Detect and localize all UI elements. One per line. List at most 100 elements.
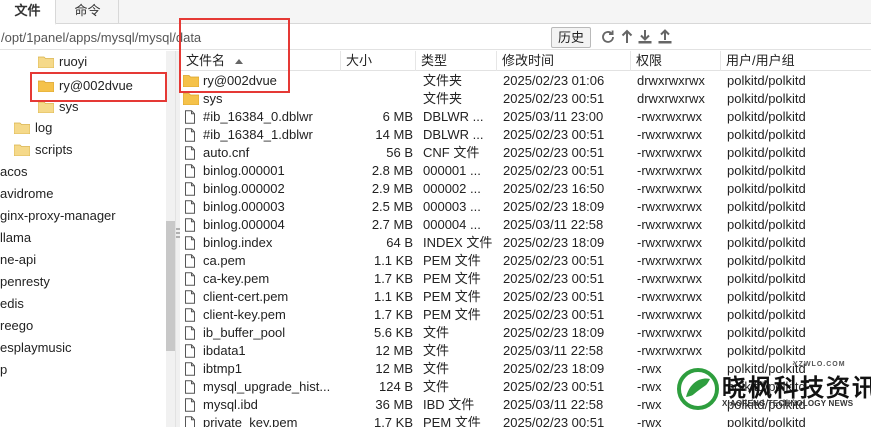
file-name: ibdata1 [203, 343, 246, 358]
table-row[interactable]: #ib_16384_1.dblwr 14 MB DBLWR ... 2025/02/2… [181, 126, 871, 144]
table-row[interactable]: binlog.000004 2.7 MB 000004 ... 2025/03/11 … [181, 216, 871, 234]
splitter-grip [176, 236, 180, 238]
column-header-mtime[interactable]: 修改时间 [497, 51, 631, 71]
table-row[interactable]: ca.pem 1.1 KB PEM 文件 2025/02/23 00:51 -rwxrw… [181, 252, 871, 270]
tree-item-log[interactable]: log [14, 118, 52, 138]
file-name: mysql.ibd [203, 397, 258, 412]
file-owner-cell: polkitd/polkitd [727, 253, 806, 268]
table-row[interactable]: ca-key.pem 1.7 KB PEM 文件 2025/02/23 00:51 -r… [181, 270, 871, 288]
tree-item[interactable]: acos [0, 162, 27, 182]
table-row[interactable]: binlog.000002 2.9 MB 000002 ... 2025/02/23 … [181, 180, 871, 198]
tree-item[interactable]: ginx-proxy-manager [0, 206, 116, 226]
tree-item-sys[interactable]: sys [38, 97, 79, 117]
sort-ascending-icon [235, 59, 244, 65]
file-mtime-cell: 2025/02/23 01:06 [503, 73, 605, 88]
table-row[interactable]: client-key.pem 1.7 KB PEM 文件 2025/02/23 00:… [181, 306, 871, 324]
file-name: ibtmp1 [203, 361, 243, 376]
column-header-permission[interactable]: 权限 [631, 51, 721, 71]
file-icon [183, 344, 197, 358]
file-name-cell: binlog.index [183, 234, 339, 252]
table-row[interactable]: ry@002dvue 文件夹 2025/02/23 01:06 drwxrwxrwx p… [181, 72, 871, 90]
watermark: YZWLO.COM 晓枫科技资讯 XIAOFENG TECHNOLOGY NEW… [676, 361, 871, 427]
file-name-cell: binlog.000002 [183, 180, 339, 198]
column-header-name[interactable]: 文件名 [181, 51, 341, 71]
download-icon[interactable] [637, 29, 653, 45]
file-size-cell: 56 B [386, 145, 413, 160]
tree-scrollbar[interactable] [166, 51, 175, 427]
file-size-cell: 2.9 MB [371, 181, 413, 196]
file-mtime-cell: 2025/02/23 18:09 [503, 199, 605, 214]
tree-item[interactable]: llama [0, 228, 31, 248]
file-icon [183, 272, 197, 286]
file-type-cell: INDEX 文件 [423, 235, 493, 250]
path-input[interactable]: /opt/1panel/apps/mysql/mysql/data [0, 28, 548, 48]
file-name-cell: ibtmp1 [183, 360, 339, 378]
tree-item[interactable]: edis [0, 294, 24, 314]
file-perm-cell: -rwxrwxrwx [637, 271, 702, 286]
tree-item[interactable]: reego [0, 316, 33, 336]
file-icon [183, 398, 197, 412]
file-icon [183, 290, 197, 304]
file-name: ib_buffer_pool [203, 325, 286, 340]
file-type-cell: 000002 ... [423, 181, 481, 196]
file-icon [183, 236, 197, 250]
tree-item[interactable]: penresty [0, 272, 50, 292]
file-name-cell: ca-key.pem [183, 270, 339, 288]
file-name-cell: private_key.pem [183, 414, 339, 427]
file-type-cell: 文件 [423, 325, 450, 340]
tab-file[interactable]: 文件 [0, 0, 56, 25]
tree-item-ry-002dvue[interactable]: ry@002dvue [38, 76, 133, 96]
tree-item[interactable]: p [0, 360, 7, 380]
file-name-cell: ibdata1 [183, 342, 339, 360]
file-name: client-key.pem [203, 307, 286, 322]
file-name-cell: client-cert.pem [183, 288, 339, 306]
table-row[interactable]: ibdata1 12 MB 文件 2025/03/11 22:58 -rwxrwxrwx… [181, 342, 871, 360]
file-list-header: 文件名 大小 类型 修改时间 权限 用户/用户组 [181, 51, 871, 71]
file-icon [183, 416, 197, 427]
file-name-cell: #ib_16384_0.dblwr [183, 108, 339, 126]
file-owner-cell: polkitd/polkitd [727, 73, 806, 88]
table-row[interactable]: binlog.index 64 B INDEX 文件 2025/02/23 18:09… [181, 234, 871, 252]
column-header-size[interactable]: 大小 [341, 51, 416, 71]
tree-item[interactable]: ne-api [0, 250, 36, 270]
column-header-type[interactable]: 类型 [416, 51, 497, 71]
watermark-domain: YZWLO.COM [793, 361, 846, 368]
file-perm-cell: -rwxrwxrwx [637, 343, 702, 358]
tree-item[interactable]: avidrome [0, 184, 53, 204]
up-arrow-icon[interactable] [619, 29, 635, 45]
file-owner-cell: polkitd/polkitd [727, 91, 806, 106]
file-name: private_key.pem [203, 415, 298, 427]
table-row[interactable]: client-cert.pem 1.1 KB PEM 文件 2025/02/23 00… [181, 288, 871, 306]
refresh-icon[interactable] [600, 29, 616, 45]
file-name-cell: binlog.000004 [183, 216, 339, 234]
column-header-owner[interactable]: 用户/用户组 [721, 51, 871, 71]
table-row[interactable]: binlog.000001 2.8 MB 000001 ... 2025/02/23 … [181, 162, 871, 180]
tree-item[interactable]: esplaymusic [0, 338, 72, 358]
table-row[interactable]: auto.cnf 56 B CNF 文件 2025/02/23 00:51 -rwxrw… [181, 144, 871, 162]
file-size-cell: 2.5 MB [371, 199, 413, 214]
file-size-cell: 1.7 KB [373, 415, 413, 427]
table-row[interactable]: sys 文件夹 2025/02/23 00:51 drwxrwxrwx polkitd/… [181, 90, 871, 108]
file-mtime-cell: 2025/02/23 00:51 [503, 253, 605, 268]
file-mtime-cell: 2025/02/23 18:09 [503, 325, 605, 340]
file-icon [183, 182, 197, 196]
tab-command[interactable]: 命令 [57, 0, 119, 24]
file-name-cell: ry@002dvue [183, 72, 339, 90]
tree-item-ruoyi[interactable]: ruoyi [38, 52, 87, 72]
table-row[interactable]: ib_buffer_pool 5.6 KB 文件 2025/02/23 18:09 -r… [181, 324, 871, 342]
tree-item-scripts[interactable]: scripts [14, 140, 73, 160]
table-row[interactable]: #ib_16384_0.dblwr 6 MB DBLWR ... 2025/03/11… [181, 108, 871, 126]
file-mtime-cell: 2025/02/23 00:51 [503, 91, 605, 106]
file-size-cell [341, 90, 413, 108]
panel-splitter[interactable] [176, 51, 180, 427]
file-perm-cell: -rwxrwxrwx [637, 325, 702, 340]
folder-icon [183, 92, 199, 106]
file-perm-cell: -rwxrwxrwx [637, 253, 702, 268]
table-row[interactable]: binlog.000003 2.5 MB 000003 ... 2025/02/23 … [181, 198, 871, 216]
file-type-cell: DBLWR ... [423, 127, 484, 142]
file-type-cell: 文件夹 [423, 73, 463, 88]
tree-scrollbar-thumb[interactable] [166, 221, 175, 351]
history-button[interactable]: 历史 [551, 27, 591, 48]
upload-icon[interactable] [657, 29, 673, 45]
file-icon [183, 164, 197, 178]
